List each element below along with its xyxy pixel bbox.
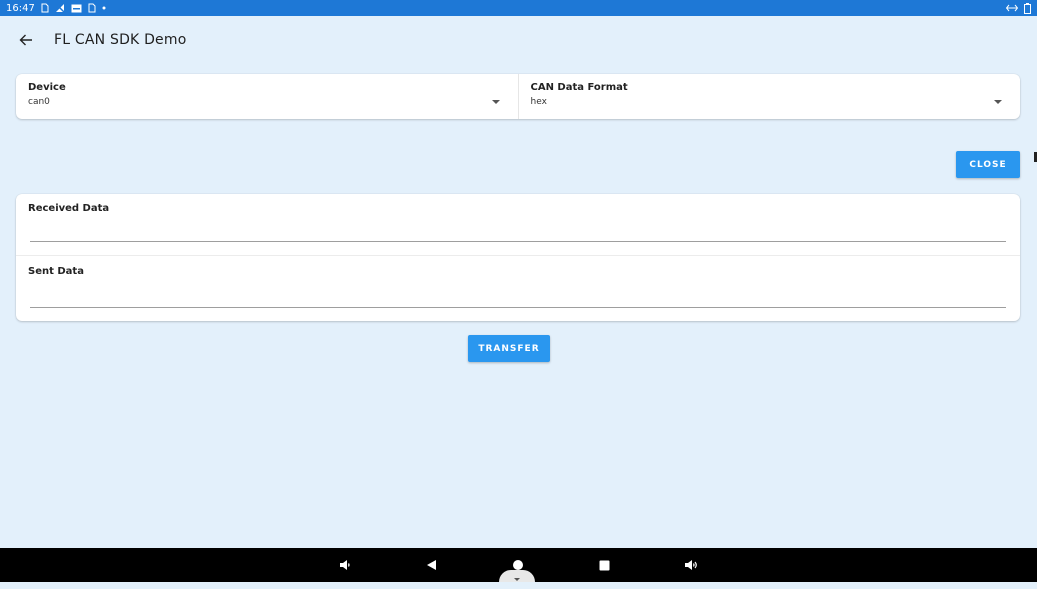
sent-data-label: Sent Data [28,266,84,277]
status-time: 16:47 [6,2,35,14]
back-button[interactable] [6,20,46,60]
volume-up-button[interactable] [683,557,699,573]
selector-card: Device can0 CAN Data Format hex [16,74,1020,119]
transfer-button[interactable]: TRANSFER [468,335,550,362]
received-data-field[interactable] [30,222,1006,242]
format-label: CAN Data Format [530,82,628,93]
page-title: FL CAN SDK Demo [54,32,187,48]
app-bar: FL CAN SDK Demo [0,16,1037,64]
device-dropdown[interactable]: Device can0 [16,74,518,119]
sim-icon [88,2,96,14]
notification-icon [71,2,82,14]
nav-back-button[interactable] [423,557,439,573]
nav-handle[interactable] [499,570,535,582]
device-value: can0 [28,97,50,107]
format-dropdown[interactable]: CAN Data Format hex [517,74,1021,119]
nav-recents-button[interactable] [596,557,612,573]
recents-square-icon [599,556,610,575]
dropdown-arrow-icon [491,100,500,104]
received-data-section: Received Data [16,194,1020,256]
data-card: Received Data Sent Data [16,194,1020,321]
status-right [1006,2,1031,14]
dot-icon [102,2,106,14]
chevron-down-icon [514,578,520,581]
data-arrows-icon [1006,2,1018,14]
arrow-left-icon [19,31,33,50]
back-triangle-icon [426,556,437,575]
dropdown-arrow-icon [994,100,1002,104]
received-data-label: Received Data [28,203,110,214]
volume-up-icon [684,556,699,575]
volume-down-button[interactable] [337,557,353,573]
format-value: hex [530,97,547,107]
status-bar: 16:47 [0,0,1037,16]
sent-data-field[interactable] [30,288,1006,308]
no-signal-icon [55,2,65,14]
volume-down-icon [339,556,351,575]
status-left: 16:47 [6,2,106,14]
battery-icon [1024,2,1031,14]
sim-icon [41,2,49,14]
sent-data-section: Sent Data [16,257,1020,321]
close-button[interactable]: CLOSE [956,151,1020,178]
device-label: Device [28,82,66,93]
